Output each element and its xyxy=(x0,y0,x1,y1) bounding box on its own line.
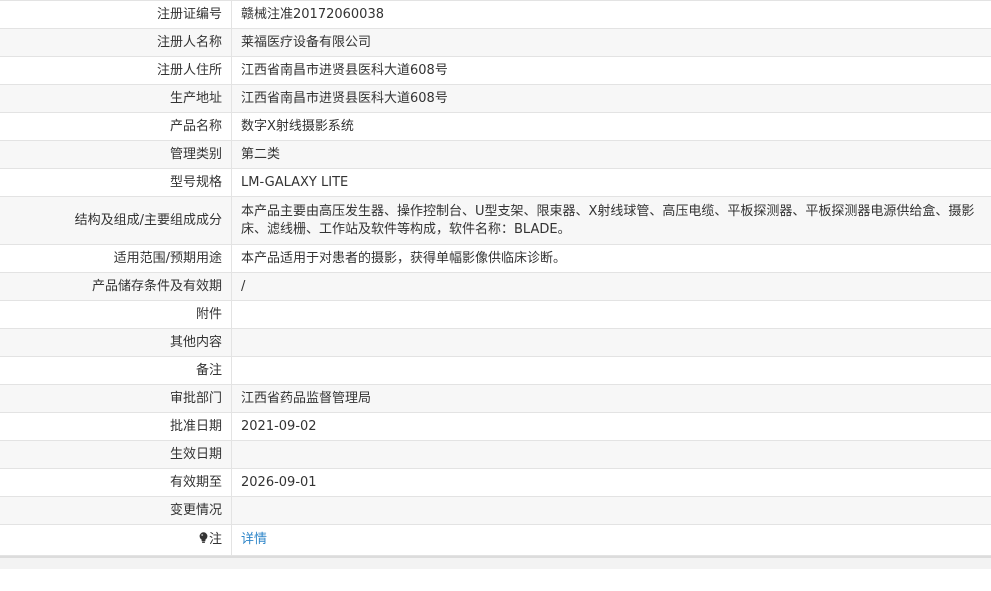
row-value: 2026-09-01 xyxy=(231,468,991,497)
row-effective-date: 生效日期 xyxy=(0,440,991,469)
registration-detail-table: 注册证编号 赣械注准20172060038 注册人名称 莱福医疗设备有限公司 注… xyxy=(0,0,991,556)
row-value: 江西省药品监督管理局 xyxy=(231,384,991,413)
page-bottom-band xyxy=(0,558,991,569)
row-label: 注册证编号 xyxy=(0,0,232,29)
row-intended-use: 适用范围/预期用途 本产品适用于对患者的摄影，获得单幅影像供临床诊断。 xyxy=(0,244,991,273)
row-label: 附件 xyxy=(0,300,232,329)
row-value: LM-GALAXY LITE xyxy=(231,168,991,197)
row-product-name: 产品名称 数字X射线摄影系统 xyxy=(0,112,991,141)
row-label: 注 xyxy=(0,524,232,556)
note-label: 注 xyxy=(208,531,222,547)
row-approval-department: 审批部门 江西省药品监督管理局 xyxy=(0,384,991,413)
row-value: 赣械注准20172060038 xyxy=(231,0,991,29)
row-label: 产品名称 xyxy=(0,112,232,141)
row-model-spec: 型号规格 LM-GALAXY LITE xyxy=(0,168,991,197)
row-label: 型号规格 xyxy=(0,168,232,197)
row-other-content: 其他内容 xyxy=(0,328,991,357)
row-storage-validity: 产品储存条件及有效期 / xyxy=(0,272,991,301)
row-value xyxy=(231,440,991,469)
row-value: 第二类 xyxy=(231,140,991,169)
row-value: 莱福医疗设备有限公司 xyxy=(231,28,991,57)
row-attachments: 附件 xyxy=(0,300,991,329)
row-registration-number: 注册证编号 赣械注准20172060038 xyxy=(0,0,991,29)
row-label: 生效日期 xyxy=(0,440,232,469)
row-value xyxy=(231,328,991,357)
row-management-category: 管理类别 第二类 xyxy=(0,140,991,169)
row-label: 适用范围/预期用途 xyxy=(0,244,232,273)
row-remarks: 备注 xyxy=(0,356,991,385)
row-note: 注 详情 xyxy=(0,524,991,556)
details-link[interactable]: 详情 xyxy=(241,532,267,547)
row-value xyxy=(231,496,991,525)
row-label: 生产地址 xyxy=(0,84,232,113)
row-approval-date: 批准日期 2021-09-02 xyxy=(0,412,991,441)
row-label: 审批部门 xyxy=(0,384,232,413)
row-label: 批准日期 xyxy=(0,412,232,441)
row-value: 详情 xyxy=(231,524,991,556)
row-value: 江西省南昌市进贤县医科大道608号 xyxy=(231,84,991,113)
row-value: 本产品主要由高压发生器、操作控制台、U型支架、限束器、X射线球管、高压电缆、平板… xyxy=(231,196,991,245)
row-label: 管理类别 xyxy=(0,140,232,169)
row-value: 江西省南昌市进贤县医科大道608号 xyxy=(231,56,991,85)
row-registrant-address: 注册人住所 江西省南昌市进贤县医科大道608号 xyxy=(0,56,991,85)
row-valid-until: 有效期至 2026-09-01 xyxy=(0,468,991,497)
row-value: 数字X射线摄影系统 xyxy=(231,112,991,141)
row-value: 2021-09-02 xyxy=(231,412,991,441)
row-value: 本产品适用于对患者的摄影，获得单幅影像供临床诊断。 xyxy=(231,244,991,273)
row-label: 注册人住所 xyxy=(0,56,232,85)
row-structure-composition: 结构及组成/主要组成成分 本产品主要由高压发生器、操作控制台、U型支架、限束器、… xyxy=(0,196,991,245)
row-label: 备注 xyxy=(0,356,232,385)
row-label: 其他内容 xyxy=(0,328,232,357)
row-label: 结构及组成/主要组成成分 xyxy=(0,196,232,245)
row-value: / xyxy=(231,272,991,301)
row-value xyxy=(231,356,991,385)
row-label: 注册人名称 xyxy=(0,28,232,57)
row-label: 产品储存条件及有效期 xyxy=(0,272,232,301)
row-production-address: 生产地址 江西省南昌市进贤县医科大道608号 xyxy=(0,84,991,113)
row-label: 有效期至 xyxy=(0,468,232,497)
row-value xyxy=(231,300,991,329)
lightbulb-icon xyxy=(199,531,208,550)
row-change-history: 变更情况 xyxy=(0,496,991,525)
row-label: 变更情况 xyxy=(0,496,232,525)
row-registrant-name: 注册人名称 莱福医疗设备有限公司 xyxy=(0,28,991,57)
